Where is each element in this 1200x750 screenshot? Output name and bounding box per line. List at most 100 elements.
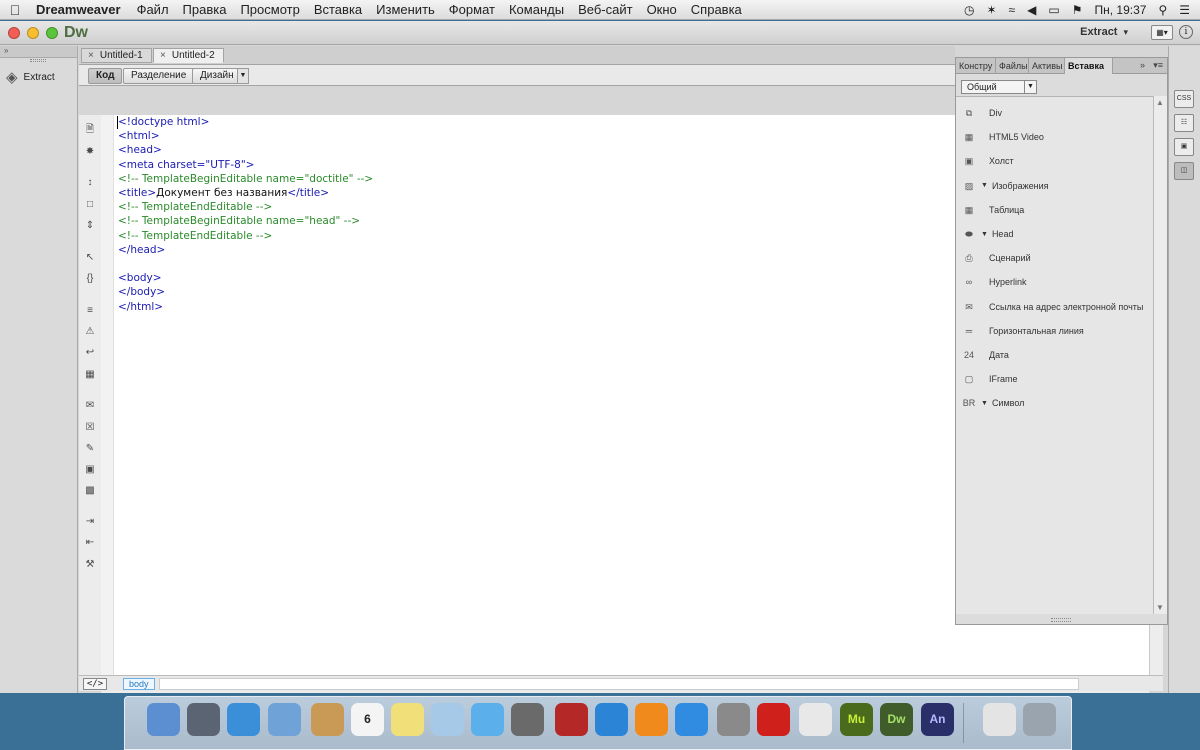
notes-icon[interactable] [391,703,424,736]
indent-code-icon[interactable]: ⇥ [82,515,98,529]
zoom-window-button[interactable] [46,27,58,39]
mail-icon[interactable] [268,703,301,736]
panel-resize-grip[interactable] [1051,618,1071,622]
insert-item-head[interactable]: ⬬ ▼ Head [962,225,1013,243]
close-window-button[interactable] [8,27,20,39]
menu-view[interactable]: Просмотр [233,2,306,17]
apply-comment-icon[interactable]: ✉ [82,399,98,413]
battery-icon[interactable]: ▭ [1048,3,1059,17]
code-line[interactable]: <!doctype html> [118,115,209,129]
extract-panel-button[interactable]: ◈ Extract [6,68,55,86]
calendar-icon[interactable]: 6 [351,703,384,736]
tab-untitled-1[interactable]: × Untitled-1 [81,48,152,63]
scroll-up-icon[interactable]: ▲ [1156,98,1164,107]
scroll-down-icon[interactable]: ▼ [1156,603,1164,612]
line-numbers-icon[interactable]: ≡ [82,304,98,318]
insert-item-символ[interactable]: BR ▼ Символ [962,394,1025,412]
textedit-icon[interactable] [799,703,832,736]
acrobat-icon[interactable] [757,703,790,736]
tab-insert[interactable]: Вставка [1065,58,1113,74]
insert-item-холст[interactable]: ▣ Холст [962,152,1014,170]
insert-panel-scrollbar[interactable]: ▲ ▼ [1153,96,1167,614]
remove-comment-icon[interactable]: ☒ [82,421,98,435]
workspace-switcher[interactable]: Extract ▾ [1080,26,1128,38]
trash-icon[interactable] [1023,703,1056,736]
ibooks-icon[interactable] [635,703,668,736]
menu-file[interactable]: Файл [130,2,176,17]
apple-menu-icon[interactable]:  [0,2,30,18]
menu-help[interactable]: Справка [684,2,749,17]
code-view-button[interactable]: Код [88,68,123,84]
notification-list-icon[interactable]: ☰ [1179,3,1190,17]
panel-grip[interactable] [30,59,46,62]
dreamweaver-icon[interactable]: Dw [880,703,913,736]
code-line[interactable]: <!-- TemplateBeginEditable name="doctitl… [118,172,373,186]
tab-files[interactable]: Файлы [996,58,1029,74]
insert-category-select[interactable]: Общий ▼ [961,80,1037,94]
code-line[interactable]: <meta charset="UTF-8"> [118,158,254,172]
close-icon[interactable]: × [88,49,94,62]
menu-commands[interactable]: Команды [502,2,571,17]
menu-edit[interactable]: Правка [176,2,234,17]
sync-settings-icon[interactable]: ▦▾ [1151,25,1173,40]
tab-assets[interactable]: Активы [1029,58,1065,74]
system-preferences-icon[interactable] [717,703,750,736]
code-line[interactable]: <!-- TemplateEndEditable --> [118,200,272,214]
muse-icon[interactable]: Mu [840,703,873,736]
collapse-selection-icon[interactable]: □ [82,198,98,212]
menu-modify[interactable]: Изменить [369,2,442,17]
facetime-icon[interactable] [511,703,544,736]
documents-icon[interactable] [983,703,1016,736]
app-store-icon[interactable] [675,703,708,736]
insert-item-изображения[interactable]: ▨ ▼ Изображения [962,177,1049,195]
expand-all-icon[interactable]: ⇕ [82,219,98,233]
select-parent-tag-icon[interactable]: ↖ [82,251,98,265]
tag-selector-body[interactable]: body [123,678,155,690]
finder-icon[interactable] [147,703,180,736]
balance-braces-icon[interactable]: {} [82,272,98,286]
outdent-code-icon[interactable]: ⇤ [82,536,98,550]
itunes-icon[interactable] [595,703,628,736]
insert-panel-icon[interactable]: ◫ [1174,162,1194,180]
insert-item-дата[interactable]: 24 Дата [962,346,1009,364]
code-line[interactable]: </head> [118,243,165,257]
preview-icon[interactable] [431,703,464,736]
menu-app-name[interactable]: Dreamweaver [30,2,130,17]
code-toggle-button[interactable]: </> [83,678,107,690]
insert-item-html5-video[interactable]: ▦ HTML5 Video [962,128,1044,146]
wrap-tag-icon[interactable]: ✎ [82,442,98,456]
code-line[interactable]: </html> [118,300,163,314]
photo-booth-icon[interactable] [555,703,588,736]
dom-panel-icon[interactable]: ☷ [1174,114,1194,132]
code-line[interactable]: <!-- TemplateEndEditable --> [118,229,272,243]
bluetooth-icon[interactable]: ✶ [986,3,996,17]
messages-icon[interactable] [471,703,504,736]
tab-css-designer[interactable]: Констру [956,58,996,74]
minimize-window-button[interactable] [27,27,39,39]
info-icon[interactable]: i [1179,25,1193,39]
safari-icon[interactable] [227,703,260,736]
code-line[interactable]: <head> [118,143,162,157]
split-view-button[interactable]: Разделение [123,68,195,84]
menu-format[interactable]: Формат [442,2,502,17]
contacts-icon[interactable] [311,703,344,736]
code-line[interactable]: <!-- TemplateBeginEditable name="head" -… [118,214,360,228]
syntax-coloring-icon[interactable]: ▦ [82,368,98,382]
word-wrap-icon[interactable]: ↩ [82,346,98,360]
view-dropdown-icon[interactable]: ▼ [237,68,249,84]
code-line[interactable]: <body> [118,271,162,285]
insert-item-горизонтальная-линия[interactable]: ═ Горизонтальная линия [962,322,1084,340]
highlight-invalid-code-icon[interactable]: ⚠ [82,325,98,339]
animate-icon[interactable]: An [921,703,954,736]
assets-panel-icon[interactable]: ▣ [1174,138,1194,156]
collapse-panel-icon[interactable]: » [1140,60,1145,70]
insert-item-div[interactable]: ⧉ Div [962,104,1002,122]
menu-insert[interactable]: Вставка [307,2,369,17]
show-code-navigator-icon[interactable]: ✸ [82,145,98,159]
code-line[interactable]: </body> [118,285,165,299]
flag-us-icon[interactable]: ⚑ [1072,3,1083,17]
clock[interactable]: Пн, 19:37 [1094,3,1146,17]
menu-window[interactable]: Окно [640,2,684,17]
wifi-icon[interactable]: ≈ [1009,3,1016,17]
insert-item-сценарий[interactable]: ⎙ Сценарий [962,249,1030,267]
